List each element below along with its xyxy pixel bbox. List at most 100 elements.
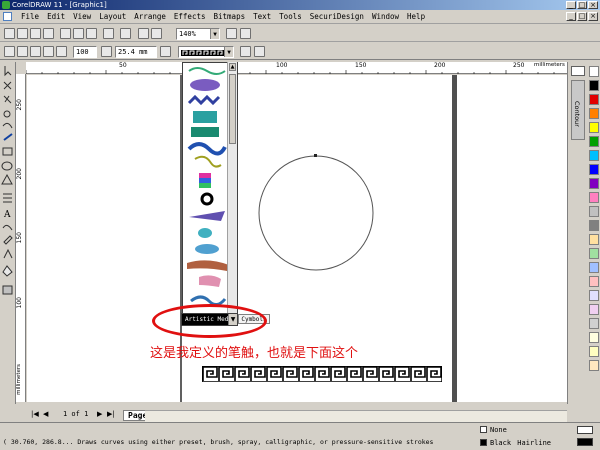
menu-item-securidesign[interactable]: SecuriDesign (306, 10, 368, 24)
menu-item-arrange[interactable]: Arrange (130, 10, 170, 24)
menu-item-window[interactable]: Window (368, 10, 403, 24)
doc-close-button[interactable]: × (588, 12, 598, 21)
interactive-blend-tool-icon (2, 224, 13, 231)
redo-icon[interactable] (120, 28, 131, 39)
palette-swatch[interactable] (589, 332, 599, 343)
brush-blue-curl-icon (187, 142, 227, 156)
doc-restore-button[interactable]: □ (577, 12, 587, 21)
palette-swatch[interactable] (589, 108, 599, 119)
document-icon[interactable] (3, 12, 12, 21)
zoom-level-value: 140% (179, 30, 196, 38)
page-counter: 1 of 1 (63, 410, 89, 418)
scroll-up-icon[interactable]: ▲ (229, 63, 236, 71)
menu-item-view[interactable]: View (69, 10, 95, 24)
brush-black-ring-icon (200, 192, 214, 206)
paste-icon[interactable] (86, 28, 97, 39)
pressure-mode-icon[interactable] (56, 46, 67, 57)
save-icon[interactable] (30, 28, 41, 39)
brush-list-scrollbar[interactable]: ▲ (227, 62, 237, 314)
width-spinner-icon[interactable] (160, 46, 171, 57)
horizontal-ruler[interactable]: 50 100 150 200 250 millimeters (26, 62, 586, 74)
ellipse-tool-icon (1, 161, 13, 171)
new-icon[interactable] (4, 28, 15, 39)
palette-swatch[interactable] (589, 346, 599, 357)
palette-swatch[interactable] (589, 122, 599, 133)
palette-swatch[interactable] (589, 304, 599, 315)
docker-close-icon[interactable] (571, 66, 585, 76)
save-brush-icon[interactable] (240, 46, 251, 57)
menu-item-effects[interactable]: Effects (170, 10, 210, 24)
prev-page-icon[interactable]: ◀ (43, 410, 48, 418)
property-bar: 100 25.4 mm ▼ (0, 42, 600, 60)
palette-swatch[interactable] (589, 276, 599, 287)
palette-swatch[interactable] (589, 150, 599, 161)
doc-minimize-button[interactable]: _ (566, 12, 576, 21)
palette-swatch[interactable] (589, 262, 599, 273)
copy-icon[interactable] (73, 28, 84, 39)
menu-item-text[interactable]: Text (249, 10, 275, 24)
cut-icon[interactable] (60, 28, 71, 39)
annotation-text: 这是我定义的笔触，也就是下面这个 (150, 346, 359, 361)
interactive-fill-tool-icon (2, 285, 13, 295)
palette-swatch[interactable] (589, 248, 599, 259)
preset-mode-icon[interactable] (4, 46, 15, 57)
freehand-tool-icon (2, 122, 13, 129)
palette-swatch[interactable] (589, 206, 599, 217)
palette-swatch[interactable] (589, 136, 599, 147)
palette-swatch[interactable] (589, 290, 599, 301)
palette-swatch[interactable] (589, 164, 599, 175)
chevron-down-icon[interactable]: ▼ (224, 47, 233, 57)
open-icon[interactable] (17, 28, 28, 39)
palette-swatch[interactable] (589, 178, 599, 189)
tab-contour[interactable]: Contour (571, 80, 585, 140)
palette-swatch[interactable] (589, 234, 599, 245)
brush-stroke-select[interactable]: ▼ (178, 46, 234, 58)
menu-item-help[interactable]: Help (403, 10, 429, 24)
palette-swatch[interactable] (589, 192, 599, 203)
palette-swatch[interactable] (589, 94, 599, 105)
last-page-icon[interactable]: ▶| (107, 410, 115, 418)
first-page-icon[interactable]: |◀ (31, 410, 39, 418)
maximize-button[interactable]: □ (577, 1, 587, 9)
palette-swatch[interactable] (589, 318, 599, 329)
palette-swatch[interactable] (589, 360, 599, 371)
calligraphic-mode-icon[interactable] (43, 46, 54, 57)
next-page-icon[interactable]: ▶ (97, 410, 102, 418)
brush-previews (187, 67, 229, 306)
menu-item-file[interactable]: File (17, 10, 43, 24)
menu-item-layout[interactable]: Layout (95, 10, 130, 24)
tab-contour-label: Contour (573, 101, 581, 127)
palette-swatch[interactable] (589, 66, 599, 77)
minimize-button[interactable]: _ (566, 1, 576, 9)
stroke-width-input[interactable]: 25.4 mm (115, 46, 157, 58)
close-button[interactable]: × (588, 1, 598, 9)
outline-swatch-icon (480, 439, 487, 446)
menu-item-edit[interactable]: Edit (43, 10, 69, 24)
corel-online-icon[interactable] (240, 28, 251, 39)
application-launcher-icon[interactable] (226, 28, 237, 39)
menu-item-bitmaps[interactable]: Bitmaps (210, 10, 250, 24)
undo-icon[interactable] (103, 28, 114, 39)
v-tick-label: 250 (16, 99, 23, 111)
zoom-level-select[interactable]: 140% ▼ (176, 28, 220, 40)
pick-tool-icon (4, 66, 12, 77)
export-icon[interactable] (151, 28, 162, 39)
vertical-ruler[interactable]: 250 200 150 100 millimeters (16, 74, 26, 402)
brush-blue-zigzag-icon (187, 94, 221, 106)
sprayer-mode-icon[interactable] (30, 46, 41, 57)
ruler-ticks (26, 70, 571, 74)
chevron-down-icon[interactable]: ▼ (210, 29, 219, 39)
print-icon[interactable] (43, 28, 54, 39)
ellipse-object[interactable] (255, 152, 377, 274)
palette-swatch[interactable] (589, 80, 599, 91)
greek-key-stroke[interactable] (202, 366, 442, 382)
import-icon[interactable] (138, 28, 149, 39)
standard-toolbar: 140% ▼ (0, 25, 600, 42)
brush-mode-icon[interactable] (17, 46, 28, 57)
scroll-thumb[interactable] (229, 74, 236, 144)
palette-swatch[interactable] (589, 220, 599, 231)
delete-brush-icon[interactable] (254, 46, 265, 57)
menu-item-tools[interactable]: Tools (275, 10, 306, 24)
horizontal-scrollbar[interactable] (145, 410, 567, 422)
smoothing-input[interactable]: 100 (73, 46, 97, 58)
